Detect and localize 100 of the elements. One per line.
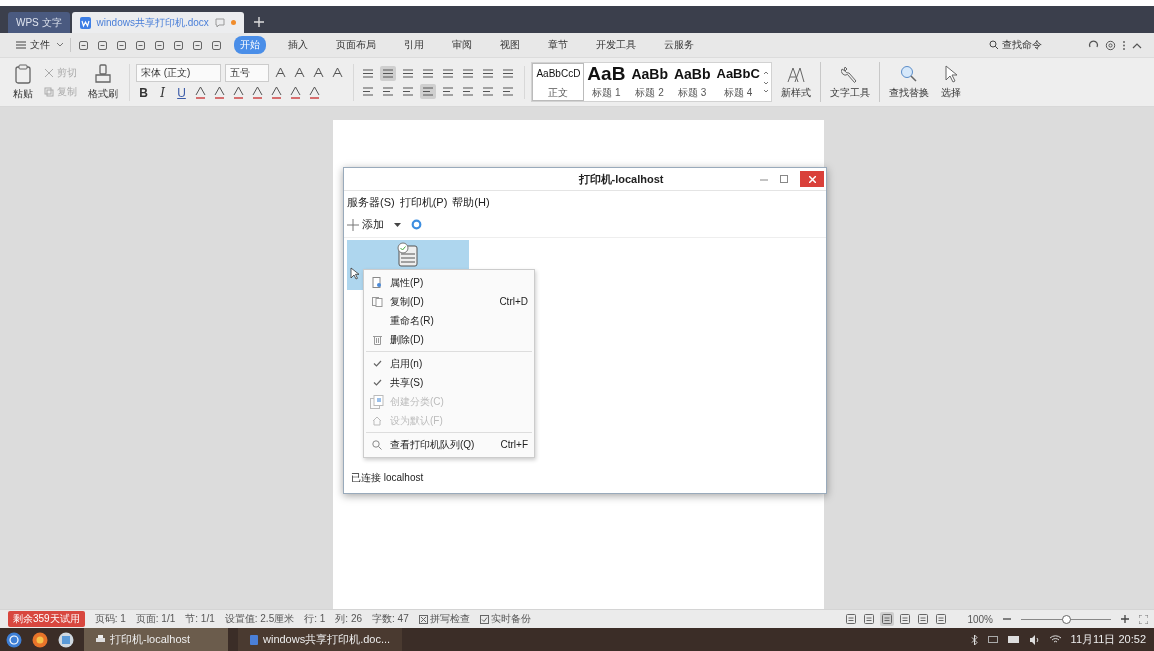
style-sample: AaB — [587, 64, 626, 84]
close-icon — [808, 175, 816, 183]
ribbon-tab[interactable]: 云服务 — [658, 36, 700, 54]
ribbon-tab[interactable]: 章节 — [542, 36, 574, 54]
new-tab-icon[interactable] — [253, 17, 264, 27]
ribbon-tab[interactable]: 开发工具 — [590, 36, 642, 54]
menu-item[interactable]: 服务器(S) — [347, 195, 395, 210]
style-sample: AaBb — [631, 65, 668, 84]
menu-item[interactable]: 查看打印机队列(Q) Ctrl+F — [364, 435, 534, 454]
shortcut-label: Ctrl+D — [499, 296, 528, 307]
spell-check-button[interactable]: 拼写检查 — [418, 612, 470, 626]
style-label: 标题 3 — [678, 86, 707, 100]
collapse-icon[interactable] — [1132, 41, 1142, 49]
style-item[interactable]: AaB 标题 1 — [584, 64, 629, 100]
app-tab[interactable]: windows共享打印机.docx — [71, 12, 244, 33]
style-label: 标题 2 — [635, 86, 664, 100]
chevron-down-icon[interactable] — [56, 42, 64, 48]
new-style-button[interactable]: 新样式 — [777, 64, 814, 100]
menu-item[interactable]: 帮助(H) — [452, 195, 490, 210]
font-size-select[interactable]: 五号 — [225, 63, 270, 82]
select-button[interactable]: 选择 — [937, 64, 964, 100]
style-item[interactable]: AaBbCcD 正文 — [532, 63, 585, 101]
bold-button[interactable]: B — [136, 84, 151, 101]
menu-item[interactable]: 打印机(P) — [399, 195, 448, 210]
menu-item[interactable]: 启用(n) — [364, 354, 534, 373]
launcher-icon[interactable] — [6, 631, 22, 648]
fit-window-icon[interactable] — [1139, 614, 1148, 624]
menu-item[interactable]: 重命名(R) — [364, 311, 534, 330]
scissors-icon — [44, 67, 54, 78]
ribbon-tab[interactable]: 审阅 — [446, 36, 478, 54]
battery-icon[interactable] — [1007, 636, 1020, 643]
pointer-icon — [943, 64, 958, 83]
wrench-icon — [840, 64, 859, 83]
refresh-icon[interactable] — [411, 219, 422, 230]
style-sample: AaBbC — [716, 65, 760, 83]
clock[interactable]: 11月11日 20:52 — [1070, 632, 1146, 647]
underline-button[interactable]: U — [174, 84, 189, 101]
copy-icon — [371, 296, 383, 307]
checkbox-icon — [479, 614, 489, 624]
style-label: 标题 4 — [724, 86, 753, 100]
status-item: 字数: 47 — [372, 612, 409, 626]
command-search[interactable]: 查找命令 — [989, 38, 1042, 52]
document-icon — [79, 16, 91, 29]
menu-item[interactable]: 属性(P) — [364, 273, 534, 292]
style-item[interactable]: AaBb 标题 2 — [628, 64, 671, 100]
italic-button[interactable]: I — [155, 84, 170, 101]
trial-badge[interactable]: 剩余359天试用 — [8, 611, 85, 627]
menu-item[interactable]: 删除(D) — [364, 330, 534, 349]
slider-thumb[interactable] — [1062, 614, 1071, 624]
ribbon-tab[interactable]: 插入 — [282, 36, 314, 54]
maximize-icon[interactable] — [780, 175, 788, 183]
ribbon-tab[interactable]: 视图 — [494, 36, 526, 54]
speaker-icon[interactable] — [1029, 634, 1040, 645]
spell-check-icon — [418, 614, 428, 624]
style-item[interactable]: AaBbC 标题 4 — [713, 64, 763, 100]
ribbon-tab[interactable]: 引用 — [398, 36, 430, 54]
clipboard-icon — [14, 63, 32, 84]
zoom-out-icon[interactable] — [1003, 615, 1011, 623]
status-item: 节: 1/1 — [185, 612, 215, 626]
app-tab[interactable]: WPS 文字 — [8, 12, 70, 33]
text-tools-button[interactable]: 文字工具 — [826, 64, 873, 100]
bluetooth-icon[interactable] — [970, 634, 978, 645]
style-label: 标题 1 — [592, 86, 621, 100]
style-item[interactable]: AaBb 标题 3 — [670, 64, 714, 100]
status-item: 列: 26 — [335, 612, 363, 626]
magnifier-icon — [899, 64, 918, 83]
paste-button[interactable]: 粘贴 — [10, 63, 36, 101]
shortcut-label: Ctrl+F — [500, 439, 528, 450]
status-item: 页面: 1/1 — [135, 612, 176, 626]
files-icon[interactable] — [58, 631, 74, 648]
settings-icon[interactable] — [1105, 39, 1116, 51]
wifi-icon[interactable] — [1049, 635, 1061, 644]
style-sample: AaBbCcD — [536, 67, 581, 81]
taskbar-window[interactable]: windows共享打印机.doc... — [238, 628, 403, 651]
format-painter-button[interactable]: 格式刷 — [85, 63, 121, 101]
trash-icon — [372, 334, 382, 345]
numbered-list-icon[interactable] — [380, 65, 397, 81]
brush-icon — [95, 63, 111, 84]
ribbon-tab[interactable]: 页面布局 — [330, 36, 382, 54]
taskbar-window[interactable]: 打印机-localhost — [84, 628, 228, 651]
more-icon[interactable] — [1122, 39, 1126, 51]
menu-item[interactable]: 共享(S) — [364, 373, 534, 392]
file-menu[interactable]: 文件 — [16, 38, 50, 52]
dropdown-arrow-icon[interactable] — [394, 222, 401, 227]
close-button[interactable] — [800, 171, 824, 187]
find-replace-button[interactable]: 查找替换 — [885, 64, 932, 100]
document-icon — [372, 277, 382, 288]
menu-item[interactable]: 复制(D) Ctrl+D — [364, 292, 534, 311]
font-family-select[interactable]: 宋体 (正文) — [136, 63, 222, 82]
menu-icon — [16, 41, 26, 49]
status-item: 行: 1 — [304, 612, 326, 626]
add-button[interactable]: 添加 — [347, 217, 384, 232]
keyboard-icon[interactable] — [987, 636, 998, 643]
page-view-icon[interactable] — [880, 612, 895, 626]
gallery-scroll-icon[interactable] — [762, 69, 769, 95]
printer-icon — [96, 635, 105, 644]
stacked-pages-icon — [370, 394, 384, 409]
zoom-level[interactable]: 100% — [967, 613, 993, 625]
backup-button[interactable]: 实时备份 — [479, 612, 531, 626]
zoom-in-icon[interactable] — [1121, 615, 1129, 623]
